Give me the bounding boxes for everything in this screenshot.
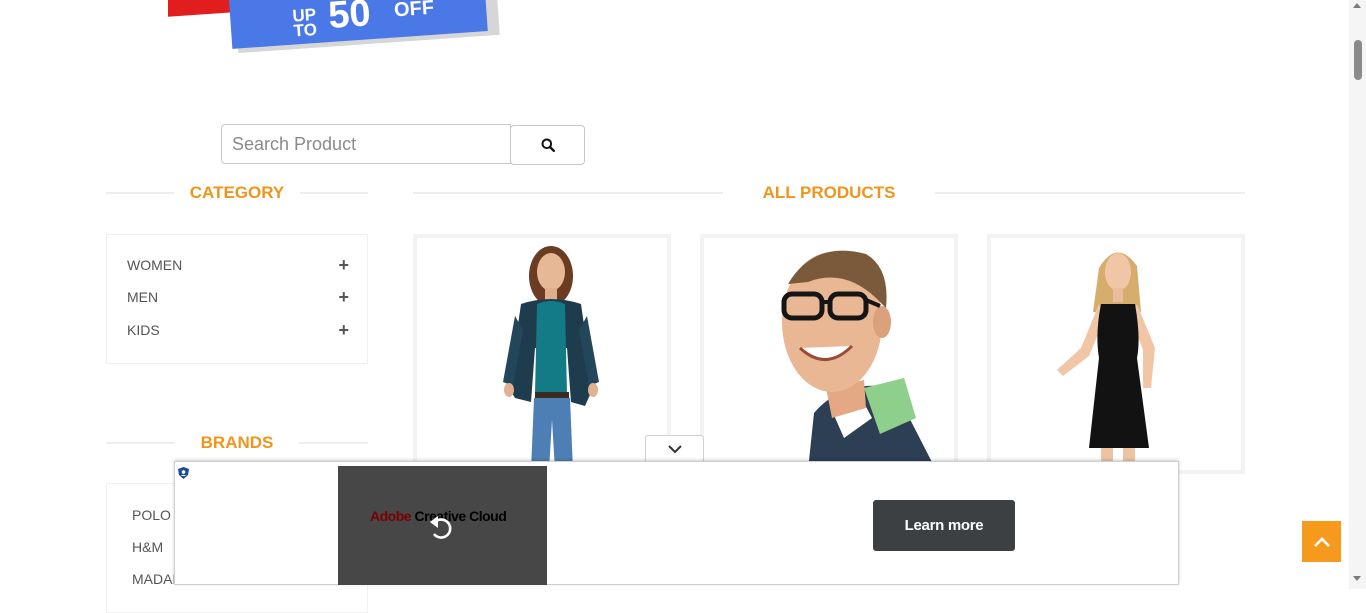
scrollbar-thumb[interactable] bbox=[1354, 40, 1362, 80]
product-image[interactable] bbox=[991, 238, 1241, 470]
divider bbox=[106, 192, 174, 194]
promo-to: TO bbox=[292, 19, 318, 41]
ad-video[interactable]: Adobe Creative Cloud bbox=[338, 466, 547, 585]
product-image[interactable] bbox=[704, 238, 954, 470]
learn-more-button[interactable]: Learn more bbox=[873, 500, 1015, 551]
chevron-up-icon bbox=[1313, 536, 1330, 547]
scroll-up-arrow-icon[interactable] bbox=[1353, 3, 1361, 8]
category-item-men[interactable]: MEN + bbox=[127, 287, 349, 307]
plus-icon[interactable]: + bbox=[338, 288, 349, 306]
brand-item-hm[interactable]: H&M bbox=[132, 539, 163, 555]
brand-item-polo[interactable]: POLO bbox=[132, 507, 171, 523]
brands-title: BRANDS bbox=[200, 433, 274, 452]
promo-number: 50 bbox=[326, 0, 372, 38]
brands-heading: BRANDS bbox=[106, 433, 369, 453]
promo-upto: UP TO bbox=[286, 5, 324, 41]
divider bbox=[935, 192, 1246, 194]
category-item-women[interactable]: WOMEN + bbox=[127, 255, 349, 275]
divider bbox=[300, 192, 369, 194]
search-input[interactable] bbox=[221, 124, 511, 164]
shield-icon[interactable] bbox=[177, 466, 190, 480]
products-heading: ALL PRODUCTS bbox=[413, 183, 1246, 203]
plus-icon[interactable]: + bbox=[338, 256, 349, 274]
promo-off: OFF bbox=[393, 0, 435, 22]
search-icon bbox=[541, 138, 555, 152]
replay-icon[interactable] bbox=[426, 512, 456, 542]
divider bbox=[413, 192, 723, 194]
page-scrollbar[interactable] bbox=[1349, 0, 1366, 589]
ad-banner[interactable]: Adobe Creative Cloud Learn more bbox=[174, 461, 1179, 585]
ad-brand-part1: Adobe bbox=[370, 508, 412, 524]
category-item-kids[interactable]: KIDS + bbox=[127, 320, 349, 340]
product-card[interactable] bbox=[700, 234, 958, 474]
category-item-label: MEN bbox=[127, 289, 159, 305]
category-heading: CATEGORY bbox=[106, 183, 369, 203]
category-item-label: KIDS bbox=[127, 322, 160, 338]
product-image[interactable] bbox=[417, 238, 667, 470]
ad-collapse-button[interactable] bbox=[645, 435, 704, 461]
products-title: ALL PRODUCTS bbox=[762, 183, 896, 202]
product-card[interactable] bbox=[987, 234, 1245, 474]
promo-banner: UP TO 50 % OFF bbox=[160, 0, 520, 70]
divider bbox=[106, 442, 175, 444]
scroll-down-arrow-icon[interactable] bbox=[1353, 576, 1361, 581]
plus-icon[interactable]: + bbox=[338, 321, 349, 339]
category-title: CATEGORY bbox=[189, 183, 285, 202]
chevron-down-icon bbox=[667, 444, 682, 453]
search-button[interactable] bbox=[510, 125, 585, 165]
category-panel: WOMEN + MEN + KIDS + bbox=[106, 234, 368, 364]
scroll-to-top-button[interactable] bbox=[1302, 521, 1341, 562]
product-card[interactable] bbox=[413, 234, 671, 474]
divider bbox=[299, 442, 369, 444]
category-item-label: WOMEN bbox=[127, 257, 183, 273]
